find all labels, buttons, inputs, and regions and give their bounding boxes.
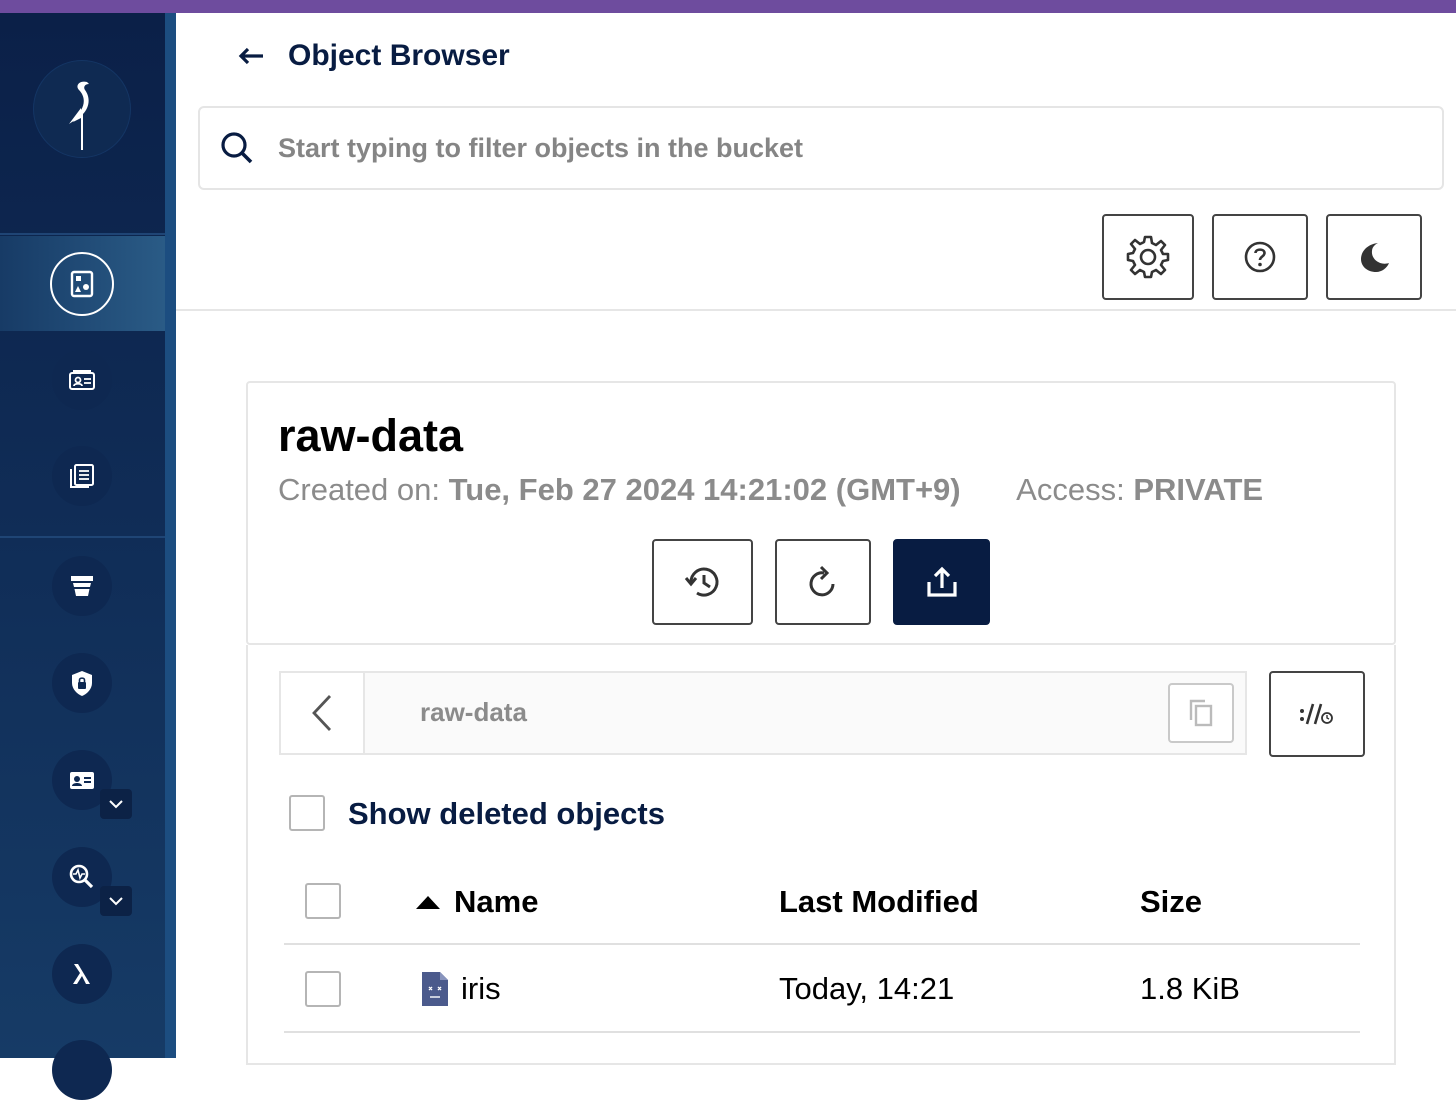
identity-expand-toggle[interactable] xyxy=(100,789,132,819)
sidebar-item-access-keys[interactable] xyxy=(52,350,112,410)
search-input[interactable] xyxy=(278,132,1378,164)
created-label: Created on: xyxy=(278,472,440,507)
sidebar-item-object-browser[interactable] xyxy=(50,252,114,316)
rewind-button[interactable] xyxy=(1269,671,1365,757)
gear-icon xyxy=(1126,235,1170,279)
current-path: raw-data xyxy=(420,697,527,727)
refresh-button[interactable] xyxy=(775,539,871,625)
chevron-left-icon xyxy=(312,695,332,731)
version-history-button[interactable] xyxy=(652,539,753,625)
bucket-meta: Created on: Tue, Feb 27 2024 14:21:02 (G… xyxy=(278,472,1263,508)
sidebar-edge xyxy=(165,13,176,1058)
help-button[interactable] xyxy=(1212,214,1308,300)
access-keys-icon xyxy=(69,370,95,390)
history-icon xyxy=(684,567,718,597)
show-deleted-checkbox[interactable] xyxy=(289,795,325,831)
minio-bird-logo-icon xyxy=(69,81,89,150)
sidebar-item-buckets[interactable] xyxy=(52,556,112,616)
column-header-name[interactable]: Name xyxy=(454,884,538,920)
table-header-divider xyxy=(284,943,1360,945)
moon-icon xyxy=(1361,243,1389,272)
file-icon xyxy=(422,972,448,1006)
sidebar-item-documentation[interactable] xyxy=(52,446,112,506)
buckets-icon xyxy=(71,576,93,596)
search-icon xyxy=(221,132,253,164)
chevron-down-icon xyxy=(109,800,123,809)
upload-icon xyxy=(926,566,957,597)
sidebar-item-policies[interactable] xyxy=(52,653,112,713)
sort-ascending-icon xyxy=(416,896,440,909)
page-title: Object Browser xyxy=(288,39,510,72)
sidebar-item-more[interactable] xyxy=(52,1040,112,1100)
row-last-modified: Today, 14:21 xyxy=(779,971,955,1006)
row-size: 1.8 KiB xyxy=(1140,971,1240,1006)
show-deleted-label[interactable]: Show deleted objects xyxy=(348,796,665,832)
access-label: Access: xyxy=(1016,472,1125,507)
arrow-left-icon xyxy=(238,47,263,65)
row-name[interactable]: iris xyxy=(461,971,501,1007)
copy-icon xyxy=(1189,699,1213,727)
lambda-icon xyxy=(73,964,90,984)
monitoring-icon xyxy=(69,864,94,889)
header-divider xyxy=(176,309,1456,311)
sidebar-divider-2 xyxy=(0,536,165,538)
dark-mode-toggle[interactable] xyxy=(1326,214,1422,300)
chevron-down-icon xyxy=(109,897,123,906)
documentation-icon xyxy=(70,464,94,488)
rewind-icon xyxy=(1300,703,1333,725)
identity-icon xyxy=(70,772,94,789)
bucket-name: raw-data xyxy=(278,410,464,461)
row-checkbox[interactable] xyxy=(305,971,341,1007)
sidebar-item-lambda[interactable] xyxy=(52,944,112,1004)
page-header: Object Browser xyxy=(236,36,510,76)
upload-button[interactable] xyxy=(893,539,990,625)
column-header-size[interactable]: Size xyxy=(1140,884,1202,920)
minio-logo[interactable] xyxy=(33,60,131,158)
back-button[interactable] xyxy=(236,41,266,71)
copy-path-button[interactable] xyxy=(1168,683,1234,743)
column-header-last-modified[interactable]: Last Modified xyxy=(779,884,979,920)
sidebar-divider xyxy=(0,233,165,235)
help-circle-icon xyxy=(1244,241,1276,273)
created-value: Tue, Feb 27 2024 14:21:02 (GMT+9) xyxy=(448,472,961,507)
settings-button[interactable] xyxy=(1102,214,1194,300)
select-all-checkbox[interactable] xyxy=(305,883,341,919)
object-filter-search[interactable] xyxy=(198,106,1444,190)
top-accent-bar xyxy=(0,0,1456,13)
path-back-button[interactable] xyxy=(281,673,365,753)
policies-icon xyxy=(72,671,92,696)
table-row-divider xyxy=(284,1031,1360,1033)
refresh-icon xyxy=(809,565,835,597)
access-value: PRIVATE xyxy=(1133,472,1264,507)
object-browser-icon xyxy=(70,270,94,298)
monitoring-expand-toggle[interactable] xyxy=(100,886,132,916)
